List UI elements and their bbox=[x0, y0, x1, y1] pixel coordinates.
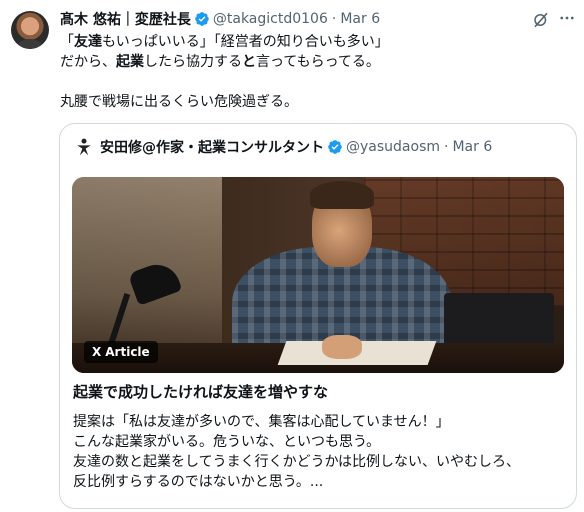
tweet-text-line-1: 「友達もいっぱいいる」「経営者の知り合いも多い」 bbox=[60, 34, 389, 50]
quoted-tweet-header: 安田修@作家・起業コンサルタント @yasudaosm · Mar 6 bbox=[74, 136, 492, 158]
quoted-tweet-card[interactable]: 安田修@作家・起業コンサルタント @yasudaosm · Mar 6 X Ar… bbox=[59, 123, 577, 509]
verified-badge-icon bbox=[195, 12, 209, 26]
header-separator: · bbox=[331, 11, 337, 27]
tweet-text-line-2: だから、起業したら協力すると言ってもらってる。 bbox=[60, 54, 380, 70]
article-excerpt-line: 提案は「私は友達が多いので、集客は心配していません！」 bbox=[73, 414, 450, 430]
quoted-tweet-date[interactable]: Mar 6 bbox=[452, 139, 492, 155]
article-cover-image[interactable]: X Article bbox=[72, 177, 564, 373]
quoted-header-separator: · bbox=[444, 139, 449, 155]
article-excerpt-line: こんな起業家がいる。危ういな、といつも思う。 bbox=[73, 434, 381, 450]
author-name[interactable]: 髙木 悠祐｜変歴社長 bbox=[60, 9, 191, 29]
grok-icon[interactable] bbox=[532, 11, 550, 29]
article-excerpt: 提案は「私は友達が多いので、集客は心配していません！」 こんな起業家がいる。危う… bbox=[73, 412, 563, 492]
article-excerpt-line: 反比例すらするのではないかと思う。... bbox=[73, 474, 324, 490]
quoted-author-name[interactable]: 安田修@作家・起業コンサルタント bbox=[100, 137, 324, 157]
article-title[interactable]: 起業で成功したければ友達を増やすな bbox=[73, 381, 328, 402]
more-options-icon[interactable] bbox=[557, 8, 577, 28]
quoted-author-avatar[interactable] bbox=[74, 137, 94, 157]
tweet-text: 「友達もいっぱいいる」「経営者の知り合いも多い」 だから、起業したら協力すると言… bbox=[60, 32, 576, 112]
author-handle[interactable]: @takagictd0106 bbox=[213, 11, 328, 27]
x-logo-icon: X bbox=[92, 345, 102, 359]
image-person-hair bbox=[310, 181, 374, 209]
article-excerpt-line: 友達の数と起業をしてうまく行くかどうかは比例しない、いやむしろ、 bbox=[73, 454, 521, 470]
article-badge-label: Article bbox=[105, 345, 150, 359]
tweet-header: 髙木 悠祐｜変歴社長 @takagictd0106 · Mar 6 bbox=[60, 9, 380, 29]
tweet[interactable]: 髙木 悠祐｜変歴社長 @takagictd0106 · Mar 6 「友達もいっ… bbox=[0, 0, 584, 512]
quoted-author-handle[interactable]: @yasudaosm bbox=[346, 139, 440, 155]
image-hand bbox=[322, 335, 362, 359]
author-avatar[interactable] bbox=[11, 11, 49, 49]
tweet-text-line-3: 丸腰で戦場に出るくらい危険過ぎる。 bbox=[60, 94, 298, 110]
quoted-verified-badge-icon bbox=[328, 140, 342, 154]
tweet-date[interactable]: Mar 6 bbox=[340, 11, 380, 27]
article-badge: X Article bbox=[84, 341, 158, 363]
